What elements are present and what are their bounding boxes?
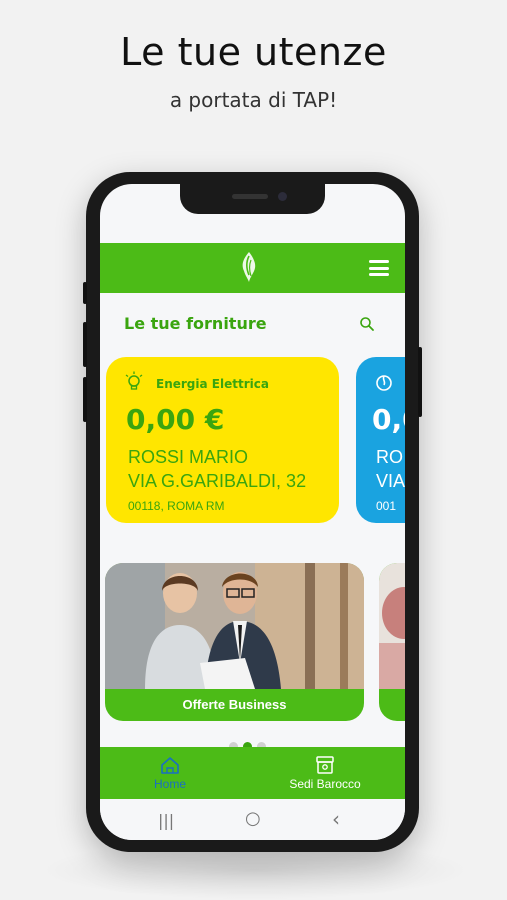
nav-home[interactable]: Home [140,747,200,799]
home-button-icon[interactable]: ○ [245,808,261,829]
hamburger-menu-icon[interactable] [369,260,389,276]
phone-side-button [83,282,87,304]
supply-card-gas[interactable]: 0,0 RO VIA 001 [356,357,405,523]
promo-headline: Le tue utenze [120,30,387,74]
customer-address: VIA [376,471,405,491]
phone-screen: Le tue forniture Energia Elettrica 0,00 … [100,184,405,840]
nav-home-label: Home [153,777,186,791]
speaker-grille [232,194,268,199]
search-icon[interactable] [359,316,375,332]
customer-address: VIA G.GARIBALDI, 32 [128,471,307,491]
phone-volume-down-button [83,377,87,422]
section-title: Le tue forniture [124,314,267,333]
carousel-indicator [229,736,279,751]
store-location-icon [316,756,334,774]
home-icon [161,757,179,774]
promo-subheadline: a portata di TAP! [169,88,338,112]
phone-frame: Le tue forniture Energia Elettrica 0,00 … [83,172,422,852]
supply-type-label: Energia Elettrica [156,377,269,391]
business-people-photo [105,563,364,689]
supply-card-electricity[interactable]: Energia Elettrica 0,00 € ROSSI MARIO VIA… [106,357,339,523]
customer-name: RO [376,447,403,467]
supply-amount: 0,00 € [126,403,225,436]
phone-notch [180,184,325,214]
back-icon[interactable]: ‹ [332,807,340,831]
recents-icon[interactable]: ||| [158,811,174,830]
gas-flame-icon [376,375,392,391]
promo-card-business[interactable]: Offerte Business [105,563,364,721]
flame-leaf-logo-icon [242,252,256,282]
system-navigation-bar: ||| ○ ‹ [100,799,405,840]
promo-photo [379,563,405,689]
nav-sedi[interactable]: Sedi Barocco [270,747,380,799]
lightbulb-icon [125,371,143,390]
customer-name: ROSSI MARIO [128,447,249,467]
bottom-navigation: Home Sedi Barocco [100,747,405,799]
phone-power-button [418,347,422,417]
promo-label: Offerte Business [182,697,287,712]
phone-volume-up-button [83,322,87,367]
supply-amount: 0,0 [372,403,405,436]
nav-sedi-label: Sedi Barocco [289,777,361,791]
app-bar [100,243,405,293]
front-camera [278,192,287,201]
customer-city: 00118, ROMA RM [128,499,225,513]
promo-card-next[interactable] [379,563,405,721]
customer-city: 001 [376,499,397,513]
